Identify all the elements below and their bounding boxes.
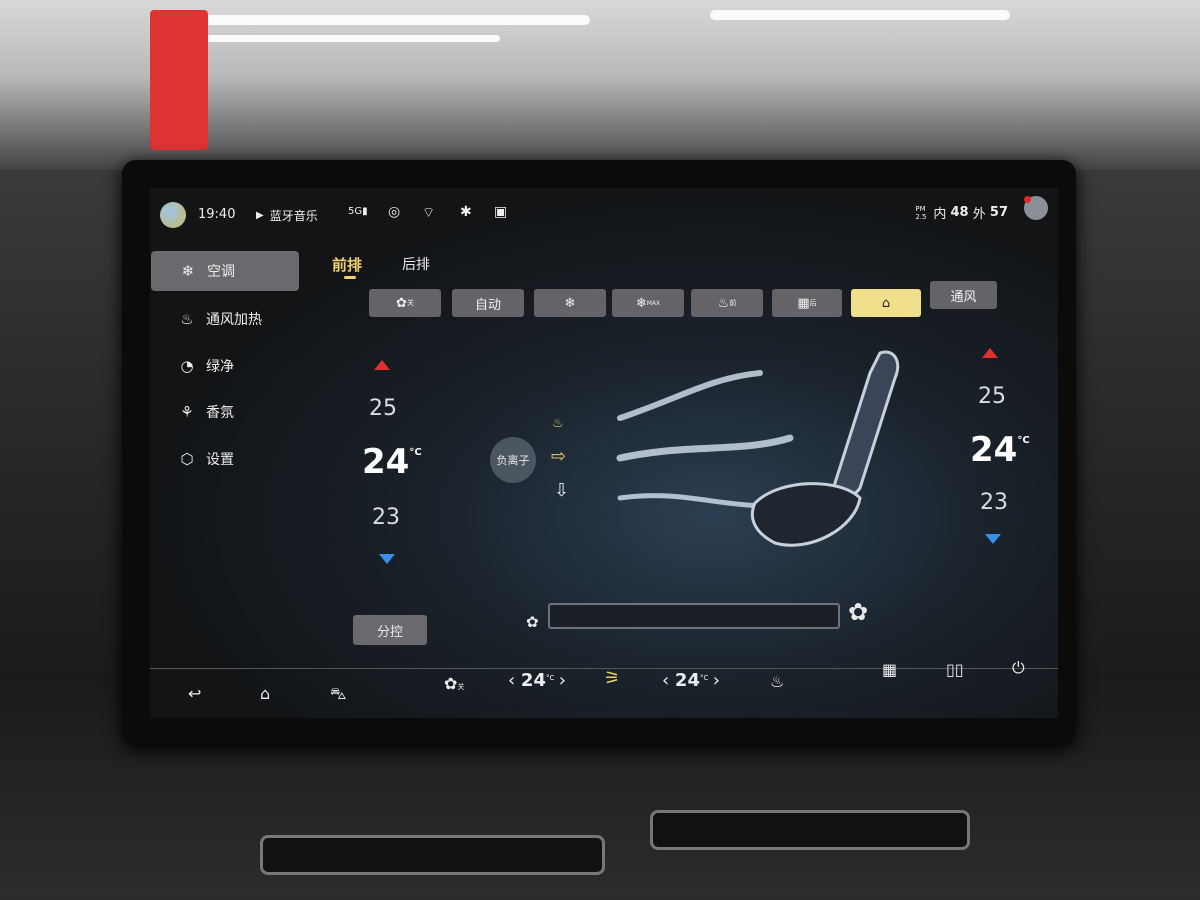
right-temp-lower: 23 (980, 490, 1008, 515)
media-label: 蓝牙音乐 (269, 209, 318, 223)
airflow-face-icon[interactable]: ⇨ (551, 446, 566, 467)
climate-screen: 19:40 ▶ 蓝牙音乐 5G▮ ◎ ⌔ ✱ ▣ PM 2.5 内 48 外 57… (150, 188, 1058, 718)
right-temp-up-button[interactable] (982, 348, 998, 358)
right-temp-down-button[interactable] (985, 534, 1001, 544)
air-quality: PM 2.5 内 48 外 57 (915, 203, 1008, 223)
ceiling-light (200, 35, 500, 42)
airflow-stream (617, 370, 763, 421)
seat-heat-dock-icon[interactable]: ⚞ (604, 668, 620, 689)
seat-graphic (750, 350, 900, 547)
fan-off-dock-button[interactable]: ✿关 (444, 674, 464, 693)
sidebar-item-ac[interactable]: ❄ 空调 (151, 251, 299, 291)
right-temp-upper: 25 (978, 384, 1006, 409)
fan-speed-slider[interactable] (548, 603, 840, 629)
ac-max-button[interactable]: ❄ MAX (612, 289, 684, 317)
split-control-button[interactable]: 分控 (353, 615, 427, 645)
fragrance-icon: ⚘ (180, 403, 194, 421)
sidebar-item-fragrance[interactable]: ⚘ 香氛 (150, 392, 298, 432)
sidebar-label: 通风加热 (206, 312, 262, 328)
seat-airflow-illustration (616, 350, 900, 547)
ceiling-light (710, 10, 1010, 20)
split-screen-icon[interactable]: ▯▯ (946, 660, 964, 679)
car-icon[interactable]: ⛍ (330, 684, 347, 705)
left-temp-current: 24°C (362, 442, 422, 482)
sidebar-item-seat[interactable]: ♨ 通风加热 (150, 299, 298, 339)
auto-button[interactable]: 自动 (452, 289, 524, 317)
seat-heat-icon: ♨ (180, 310, 194, 328)
right-temp-current: 24°C (970, 430, 1030, 470)
ion-button[interactable]: 负离子 (490, 437, 536, 483)
notification-dot (1024, 196, 1031, 203)
sidebar-label: 空调 (207, 264, 235, 280)
tab-front[interactable]: 前排 (332, 254, 362, 275)
outside-label: 外 (972, 207, 986, 222)
media-source[interactable]: ▶ 蓝牙音乐 (256, 207, 318, 224)
snowflake-icon: ❄ (181, 262, 195, 280)
sidebar-label: 绿净 (206, 359, 234, 375)
outside-value: 57 (989, 205, 1008, 220)
left-temp-upper: 25 (369, 396, 397, 421)
tab-indicator (344, 276, 356, 279)
bottom-dock: ↩ ⌂ ⛍ ✿关 ‹ 24°C › ⚞ ‹ 24°C › ♨ ▦ ▯▯ ⏻ (150, 658, 1058, 718)
fan-off-button[interactable]: ✿ 关 (369, 289, 441, 317)
sidebar-item-settings[interactable]: ⬡ 设置 (150, 439, 298, 479)
display-icon: ▣ (494, 204, 508, 220)
play-icon: ▶ (256, 210, 264, 221)
bluetooth-icon: ✱ (460, 204, 472, 220)
ac-button[interactable]: ❄ (534, 289, 606, 317)
sidebar-label: 香氛 (206, 405, 234, 421)
sidebar-label: 设置 (206, 452, 234, 468)
airflow-stream (616, 434, 794, 462)
power-off-icon[interactable]: ⏻ (1012, 658, 1025, 678)
user-avatar[interactable] (1024, 196, 1048, 220)
assistant-orb-icon[interactable] (160, 202, 186, 228)
clock: 19:40 (198, 207, 236, 222)
red-banner (150, 10, 208, 150)
inside-label: 内 (933, 207, 947, 222)
airflow-feet-icon[interactable]: ⇩ (554, 480, 569, 501)
grid-apps-icon[interactable]: ▦ (882, 660, 897, 679)
front-defrost-button[interactable]: ♨ 前 (691, 289, 763, 317)
purify-icon: ◔ (180, 357, 194, 375)
inside-value: 48 (950, 205, 969, 220)
left-temp-down-button[interactable] (379, 554, 395, 564)
sidebar-item-purify[interactable]: ◔ 绿净 (150, 346, 298, 386)
air-vent (260, 835, 605, 875)
tab-rear[interactable]: 后排 (402, 254, 430, 274)
left-temp-up-button[interactable] (374, 360, 390, 370)
ceiling-light (190, 15, 590, 25)
back-icon[interactable]: ↩ (188, 684, 201, 703)
ventilate-button[interactable]: 通风 (930, 281, 997, 309)
rear-defrost-button[interactable]: ▦ 后 (772, 289, 842, 317)
pm-label: PM 2.5 (915, 204, 927, 221)
hotspot-icon: ◎ (388, 204, 401, 220)
fan-high-icon: ✿ (848, 598, 869, 626)
airflow-windshield-icon[interactable]: ♨ (552, 416, 564, 431)
recirculation-button[interactable]: ⌂ (851, 289, 921, 317)
right-temp-dock[interactable]: ‹ 24°C › (662, 670, 720, 691)
defrost-dock-icon[interactable]: ♨ (770, 672, 784, 691)
hexagon-settings-icon: ⬡ (180, 450, 194, 468)
signal-5g-icon: 5G▮ (348, 206, 368, 217)
fan-low-icon: ✿ (526, 613, 539, 631)
left-temp-dock[interactable]: ‹ 24°C › (508, 670, 566, 691)
wifi-icon: ⌔ (422, 205, 436, 221)
air-vent (650, 810, 970, 850)
home-icon[interactable]: ⌂ (260, 684, 270, 703)
left-temp-lower: 23 (372, 505, 400, 530)
